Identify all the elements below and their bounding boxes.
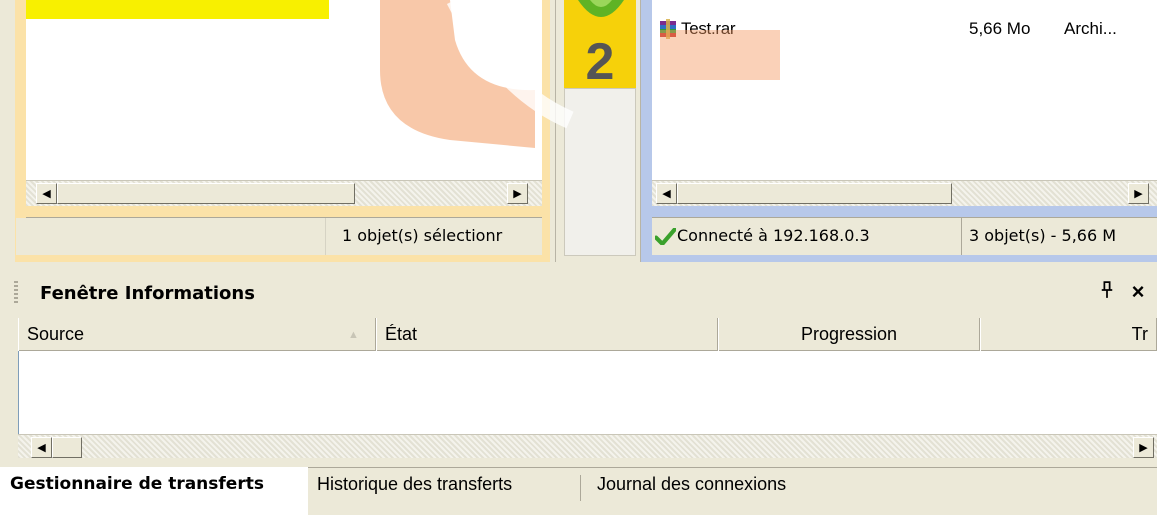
scrollbar-thumb[interactable] (57, 183, 355, 204)
scroll-left-arrow[interactable]: ◀ (36, 183, 57, 204)
left-horizontal-scrollbar[interactable]: ◀ ▶ (26, 180, 542, 206)
sort-ascending-icon: ▲ (348, 329, 359, 341)
file-size: 5,66 Mo (969, 19, 1031, 38)
column-etat[interactable]: État (376, 318, 718, 351)
left-file-list[interactable] (26, 0, 542, 180)
tab-historique-transferts[interactable]: Historique des transferts (317, 474, 512, 495)
scroll-right-arrow[interactable]: ▶ (1128, 183, 1149, 204)
info-window-title: Fenêtre Informations (40, 283, 255, 304)
step-number: 2 (585, 33, 615, 91)
file-row[interactable]: Test.rar 5,66 Mo Archi... (652, 14, 1157, 40)
file-name[interactable]: Test.rar (681, 19, 736, 39)
object-summary: 3 objet(s) - 5,66 M (969, 226, 1117, 245)
list-horizontal-scrollbar[interactable]: ◀ ▶ (18, 434, 1157, 458)
scroll-right-arrow[interactable]: ▶ (1133, 437, 1154, 458)
tab-separator (580, 475, 581, 501)
left-selection-count: 1 objet(s) sélectionr (342, 226, 503, 245)
drag-grip-icon[interactable] (14, 281, 18, 305)
file-type: Archi... (1064, 19, 1117, 38)
left-path-highlight (26, 0, 329, 19)
tab-gestionnaire-transferts[interactable]: Gestionnaire de transferts (10, 474, 264, 494)
checkmark-icon (655, 228, 676, 245)
left-status-bar: 1 objet(s) sélectionr (16, 217, 542, 255)
transfer-list-header: Source ▲ État Progression Tr (18, 318, 1157, 351)
green-globe-icon (578, 0, 624, 17)
middle-panel-body (564, 88, 636, 256)
tab-journal-connexions[interactable]: Journal des connexions (597, 474, 786, 495)
right-status-bar: Connecté à 192.168.0.3 3 objet(s) - 5,66… (652, 217, 1157, 255)
right-horizontal-scrollbar[interactable]: ◀ ▶ (652, 180, 1157, 206)
remote-file-list[interactable]: Test.rar 5,66 Mo Archi... (652, 0, 1157, 180)
rar-archive-icon (660, 19, 676, 39)
connection-status: Connecté à 192.168.0.3 (677, 226, 870, 245)
column-progression[interactable]: Progression (718, 318, 980, 351)
pin-icon[interactable] (1097, 280, 1117, 304)
scroll-left-arrow[interactable]: ◀ (656, 183, 677, 204)
column-source[interactable]: Source (18, 318, 376, 351)
pin-glyph-icon (1101, 281, 1113, 298)
scrollbar-thumb[interactable] (677, 183, 952, 204)
scrollbar-thumb[interactable] (52, 437, 82, 458)
scroll-right-arrow[interactable]: ▶ (507, 183, 528, 204)
scroll-left-arrow[interactable]: ◀ (31, 437, 52, 458)
column-truncated[interactable]: Tr (980, 318, 1157, 351)
close-icon[interactable]: × (1126, 279, 1150, 304)
